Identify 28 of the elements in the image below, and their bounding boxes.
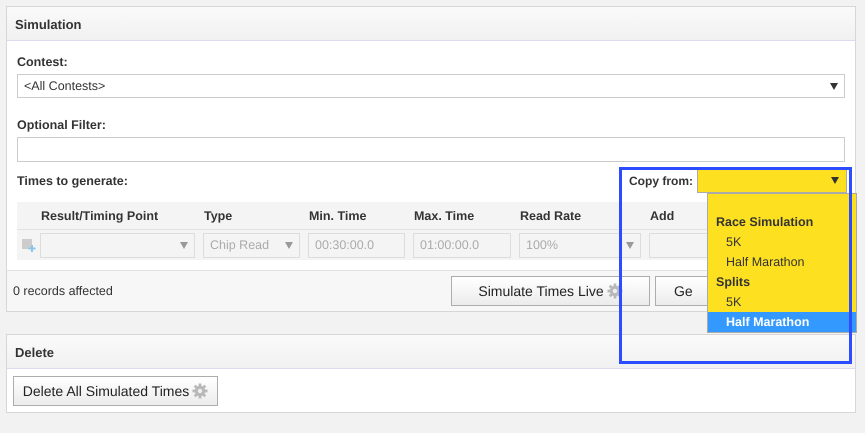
contest-dropdown[interactable]: <All Contests> — [17, 74, 845, 98]
panel-title: Simulation — [15, 16, 82, 32]
field-label: Contest: — [17, 55, 69, 69]
status-text: 0 records affected — [13, 284, 113, 298]
column-header: Read Rate — [519, 208, 582, 222]
option-group-label: Splits — [715, 274, 752, 291]
field-label: Optional Filter: — [17, 118, 107, 132]
column-header: Result/Timing Point — [40, 208, 160, 222]
caret-icon — [830, 82, 838, 90]
dropdown-option[interactable]: Half Marathon — [708, 252, 856, 272]
add-row-icon[interactable] — [20, 237, 38, 253]
caret-icon — [285, 242, 293, 248]
gear-icon — [192, 383, 208, 399]
caret-icon — [831, 176, 839, 184]
column-header: Min. Time — [308, 208, 368, 222]
dropdown-option[interactable]: 5K — [708, 232, 856, 252]
caret-icon — [626, 242, 634, 248]
option-group-label: Race Simulation — [715, 214, 814, 231]
dropdown-option[interactable]: 5K — [708, 292, 856, 312]
filter-input[interactable] — [17, 137, 845, 162]
caret-icon — [180, 242, 188, 248]
field-label: Copy from: — [629, 174, 693, 188]
delete-button[interactable]: Delete All Simulated Times — [13, 376, 218, 406]
panel-title: Delete — [15, 344, 54, 360]
section-label: Times to generate: — [17, 174, 128, 188]
action-button[interactable]: Simulate Times Live — [451, 276, 650, 306]
column-header: Type — [203, 208, 234, 222]
column-header: Max. Time — [413, 208, 476, 222]
